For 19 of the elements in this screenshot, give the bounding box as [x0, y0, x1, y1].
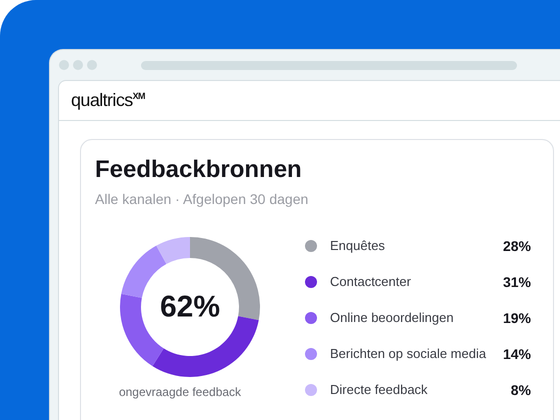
legend-label: Online beoordelingen: [330, 309, 454, 328]
legend-value: 14%: [502, 344, 531, 364]
logo: qualtrics$^{XM}$: [71, 89, 145, 112]
address-bar[interactable]: [141, 60, 517, 70]
legend-value: 19%: [502, 308, 531, 328]
window-dot[interactable]: [59, 60, 69, 70]
legend-label: Directe feedback: [330, 381, 428, 400]
window-dot[interactable]: [73, 60, 83, 70]
legend-value: 31%: [502, 272, 531, 292]
legend-value: 28%: [502, 236, 531, 256]
legend-value: 8%: [510, 380, 531, 400]
donut-caption: ongevraagde feedback: [118, 384, 242, 402]
donut-center-value: 62%: [158, 290, 222, 326]
card-title: Feedbackbronnen: [95, 155, 303, 185]
window-dot[interactable]: [87, 60, 97, 70]
legend-label: Enquêtes: [330, 237, 385, 256]
legend-label: Berichten op sociale media: [330, 345, 486, 364]
legend-label: Contactcenter: [330, 273, 411, 292]
card-subtitle: Alle kanalen · Afgelopen 30 dagen: [95, 190, 310, 210]
